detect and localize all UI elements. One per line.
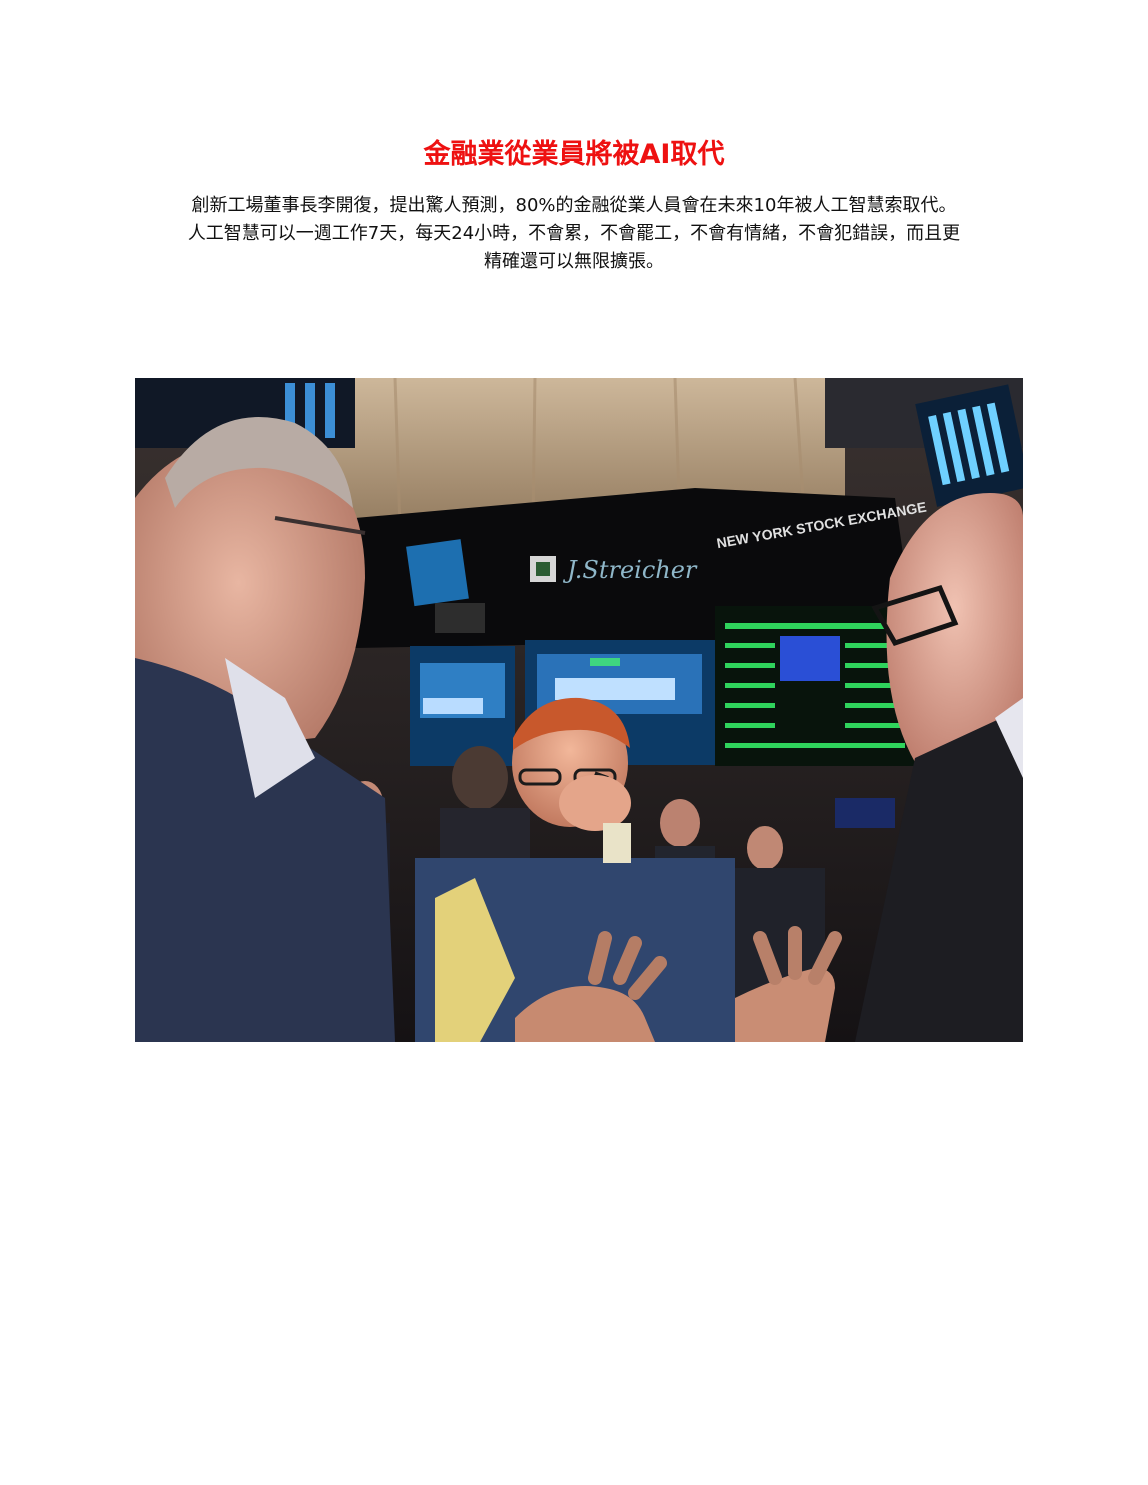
body-line-2: 人工智慧可以一週工作7天，每天24小時，不會累，不會罷工，不會有情緒，不會犯錯誤… xyxy=(187,223,961,244)
body-line-3: 精確還可以無限擴張。 xyxy=(484,251,664,272)
document-page: 金融業從業員將被AI取代 創新工場董事長李開復，提出驚人預測，80%的金融從業人… xyxy=(0,0,1148,1485)
sign-logo-text: J.Streicher xyxy=(562,556,698,584)
document-title: 金融業從業員將被AI取代 xyxy=(423,139,725,170)
trading-floor-photo: J.Streicher NEW YORK STOCK EXCHANGE xyxy=(135,378,1023,1042)
document-body: 創新工場董事長李開復，提出驚人預測，80%的金融從業人員會在未來10年被人工智慧… xyxy=(128,192,1020,276)
body-line-1: 創新工場董事長李開復，提出驚人預測，80%的金融從業人員會在未來10年被人工智慧… xyxy=(191,195,957,216)
